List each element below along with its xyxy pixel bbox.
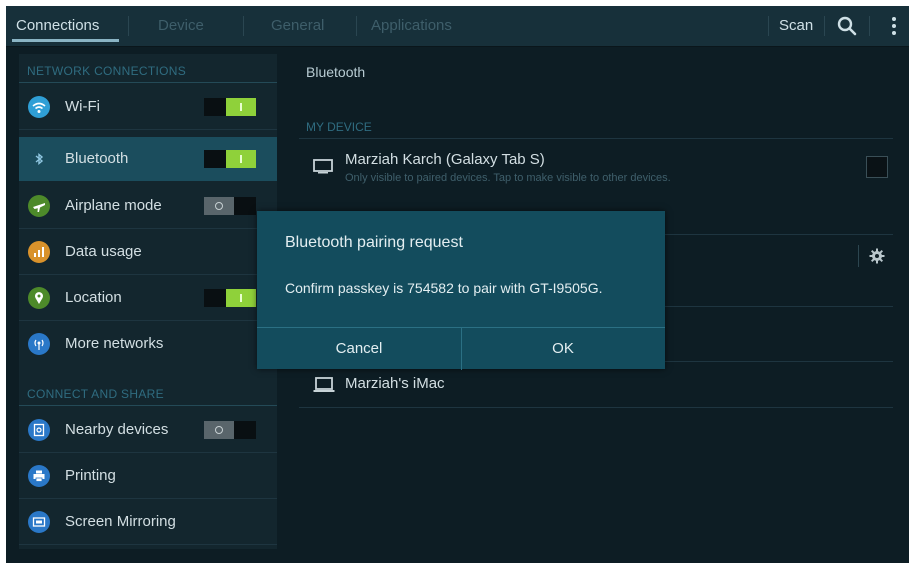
top-tab-bar: Connections Device General Applications …: [6, 6, 909, 47]
tablet-icon: [313, 158, 333, 179]
paired-device-name: Marziah's iMac: [345, 375, 445, 392]
tab-divider: [356, 16, 357, 36]
dialog-button-bar: Cancel OK: [257, 327, 665, 370]
search-icon[interactable]: [836, 15, 858, 37]
section-divider: [19, 82, 277, 83]
sidebar-item-label: Screen Mirroring: [65, 513, 176, 530]
sidebar-item-label: Location: [65, 289, 122, 306]
tab-applications[interactable]: Applications: [371, 6, 452, 46]
airplane-icon: [28, 195, 50, 217]
sidebar-item-label: Airplane mode: [65, 197, 162, 214]
visibility-checkbox[interactable]: [866, 156, 888, 178]
section-header-network: NETWORK CONNECTIONS: [27, 64, 187, 78]
active-tab-indicator: [12, 39, 119, 42]
section-divider: [299, 138, 893, 139]
settings-screen: Connections Device General Applications …: [6, 6, 909, 563]
tab-divider: [243, 16, 244, 36]
sidebar-item-bluetooth[interactable]: Bluetooth: [19, 137, 277, 181]
cancel-button[interactable]: Cancel: [257, 328, 461, 370]
action-divider: [768, 16, 769, 36]
location-icon: [28, 287, 50, 309]
nearby-devices-toggle[interactable]: [204, 421, 256, 439]
sidebar-item-printing[interactable]: Printing: [19, 454, 277, 498]
section-divider: [19, 405, 277, 406]
screen-mirroring-icon: [28, 511, 50, 533]
sidebar-item-wifi[interactable]: Wi-Fi: [19, 85, 277, 129]
section-header-my-device: MY DEVICE: [306, 120, 372, 134]
bluetooth-icon: [28, 148, 50, 170]
wifi-toggle[interactable]: [204, 98, 256, 116]
sidebar-item-label: Data usage: [65, 243, 142, 260]
data-usage-icon: [28, 241, 50, 263]
laptop-icon: [313, 376, 335, 399]
action-divider: [869, 16, 870, 36]
sidebar-item-label: Printing: [65, 467, 116, 484]
airplane-mode-toggle[interactable]: [204, 197, 256, 215]
scan-button[interactable]: Scan: [779, 6, 813, 46]
sidebar-item-label: More networks: [65, 335, 164, 352]
action-divider: [824, 16, 825, 36]
sidebar-item-location[interactable]: Location: [19, 276, 277, 320]
more-networks-icon: [28, 333, 50, 355]
bluetooth-toggle[interactable]: [204, 150, 256, 168]
location-toggle[interactable]: [204, 289, 256, 307]
gear-icon: [869, 248, 885, 264]
page-title: Bluetooth: [306, 64, 366, 80]
wifi-icon: [28, 96, 50, 118]
pairing-dialog: Bluetooth pairing request Confirm passke…: [257, 211, 665, 370]
sidebar-item-data-usage[interactable]: Data usage: [19, 230, 277, 274]
visibility-status: Only visible to paired devices. Tap to m…: [345, 172, 671, 184]
ok-button[interactable]: OK: [461, 328, 665, 370]
section-divider: [299, 407, 893, 408]
sidebar-item-screen-mirroring[interactable]: Screen Mirroring: [19, 500, 277, 544]
sidebar-item-label: Nearby devices: [65, 421, 169, 438]
sidebar-item-more-networks[interactable]: More networks: [19, 322, 277, 366]
tab-divider: [128, 16, 129, 36]
device-settings-button[interactable]: [858, 244, 888, 270]
my-device-name: Marziah Karch (Galaxy Tab S): [345, 151, 545, 168]
sidebar-item-nearby-devices[interactable]: Nearby devices: [19, 408, 277, 452]
dialog-title: Bluetooth pairing request: [285, 234, 463, 251]
nearby-devices-icon: [28, 419, 50, 441]
sidebar-item-label: Bluetooth: [65, 150, 129, 167]
settings-list: NETWORK CONNECTIONS Wi-Fi Bluetooth Airp…: [19, 54, 277, 549]
printer-icon: [28, 465, 50, 487]
overflow-menu-icon[interactable]: [883, 15, 905, 37]
tab-device[interactable]: Device: [158, 6, 204, 46]
tab-general[interactable]: General: [271, 6, 324, 46]
dialog-message: Confirm passkey is 754582 to pair with G…: [285, 280, 603, 296]
sidebar-item-label: Wi-Fi: [65, 98, 100, 115]
sidebar-item-airplane-mode[interactable]: Airplane mode: [19, 184, 277, 228]
section-header-connect: CONNECT AND SHARE: [27, 387, 164, 401]
